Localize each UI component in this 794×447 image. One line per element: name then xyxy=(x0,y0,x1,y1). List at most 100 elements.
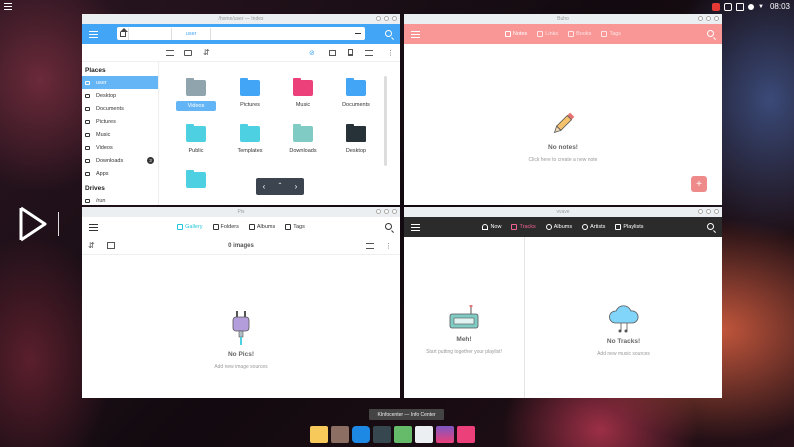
book-icon xyxy=(568,31,575,37)
search-icon[interactable] xyxy=(707,30,714,37)
vvave-titlebar[interactable]: vvave xyxy=(404,207,722,217)
folder-pictures[interactable]: Pictures xyxy=(225,78,275,118)
desktop-folder-icon xyxy=(346,124,366,142)
preview-icon[interactable] xyxy=(329,49,336,56)
tab-tracks[interactable]: Tracks xyxy=(511,224,536,230)
folder-downloads[interactable]: Downloads xyxy=(278,124,328,164)
clipboard-icon[interactable] xyxy=(736,2,745,11)
sidebar-item-downloads[interactable]: Downloads 3 xyxy=(82,154,158,167)
sidebar-item-label: Pictures xyxy=(96,118,116,125)
more-icon[interactable]: ⋮ xyxy=(385,242,392,250)
breadcrumb-home[interactable]: home xyxy=(129,27,172,40)
toggle-app-icon[interactable] xyxy=(352,426,370,443)
folder-documents[interactable]: Documents xyxy=(331,78,381,118)
close-button[interactable] xyxy=(714,209,719,214)
folder-videos[interactable]: Videos xyxy=(171,78,221,118)
wifi-icon[interactable]: ▼ xyxy=(758,4,764,10)
sidebar-item-run[interactable]: /run xyxy=(82,194,158,205)
grid-app-icon[interactable] xyxy=(457,426,475,443)
filter-icon[interactable] xyxy=(366,242,374,249)
folder-app-icon[interactable] xyxy=(310,426,328,443)
folder-templates[interactable]: Templates xyxy=(225,124,275,164)
notification-icon[interactable] xyxy=(712,2,721,11)
tab-folders[interactable]: Folders xyxy=(212,224,239,230)
close-button[interactable] xyxy=(392,209,397,214)
close-button[interactable] xyxy=(392,16,397,21)
volume-icon[interactable] xyxy=(748,3,755,10)
up-icon[interactable]: ˆ xyxy=(279,182,282,191)
monitor-icon[interactable] xyxy=(724,2,733,11)
search-icon[interactable] xyxy=(707,223,714,230)
buho-titlebar[interactable]: Buho xyxy=(404,14,722,24)
vvave-header: Now Tracks Albums Artists Playlists xyxy=(404,217,722,237)
maximize-button[interactable] xyxy=(706,16,711,21)
tab-notes[interactable]: Notes xyxy=(504,31,527,37)
radio-icon xyxy=(449,305,479,329)
file-grid-scrollbar[interactable] xyxy=(384,76,387,166)
tab-playlists[interactable]: Playlists xyxy=(615,224,644,230)
notes-app-icon[interactable] xyxy=(415,426,433,443)
notes-empty-state[interactable]: No notes! Click here to create a new not… xyxy=(404,110,722,163)
minimize-button[interactable] xyxy=(698,209,703,214)
hidden-files-icon[interactable]: ⊘ xyxy=(309,49,315,57)
tab-books[interactable]: Books xyxy=(568,31,591,37)
folder-icon xyxy=(346,78,366,96)
home-icon[interactable] xyxy=(117,27,129,40)
back-icon[interactable]: ‹ xyxy=(263,182,266,191)
clock[interactable]: 08:03 xyxy=(770,2,790,11)
tab-links[interactable]: Links xyxy=(537,31,558,37)
sidebar-item-videos[interactable]: Videos xyxy=(82,141,158,154)
sort-icon[interactable]: ⇵ xyxy=(203,48,210,57)
sidebar-item-music[interactable]: Music xyxy=(82,128,158,141)
sort-icon[interactable]: ⇵ xyxy=(88,241,95,250)
tab-albums[interactable]: Albums xyxy=(248,224,275,230)
maximize-button[interactable] xyxy=(384,209,389,214)
sidebar-item-user[interactable]: user xyxy=(82,76,158,89)
sidebar-item-label: Documents xyxy=(96,105,124,112)
path-bar[interactable]: home user xyxy=(117,27,365,40)
folder-public[interactable]: Public xyxy=(171,124,221,164)
archive-app-icon[interactable] xyxy=(331,426,349,443)
more-icon[interactable]: ⋮ xyxy=(387,49,394,57)
sidebar-item-pictures[interactable]: Pictures xyxy=(82,115,158,128)
forward-icon[interactable]: › xyxy=(295,182,298,191)
maximize-button[interactable] xyxy=(384,16,389,21)
edit-path-icon[interactable] xyxy=(355,33,361,34)
tab-gallery[interactable]: Gallery xyxy=(177,224,203,230)
close-button[interactable] xyxy=(714,16,719,21)
menu-icon[interactable] xyxy=(89,30,98,38)
list-view-icon[interactable] xyxy=(166,49,174,56)
sidebar-item-apps[interactable]: Apps xyxy=(82,167,158,180)
image-icon[interactable] xyxy=(107,242,115,249)
minimize-button[interactable] xyxy=(376,16,381,21)
folder-unnamed[interactable] xyxy=(171,170,221,205)
minimize-button[interactable] xyxy=(376,209,381,214)
search-icon[interactable] xyxy=(385,223,392,230)
terminal-app-icon[interactable] xyxy=(373,426,391,443)
breadcrumb-user[interactable]: user xyxy=(172,27,212,40)
folder-icon xyxy=(85,119,90,124)
pix-titlebar[interactable]: Pix xyxy=(82,207,400,217)
search-icon[interactable] xyxy=(385,30,392,37)
sidebar-item-desktop[interactable]: Desktop xyxy=(82,89,158,102)
monitor-app-icon[interactable] xyxy=(394,426,412,443)
tab-tags[interactable]: Tags xyxy=(285,224,305,230)
maximize-button[interactable] xyxy=(706,209,711,214)
index-titlebar[interactable]: /home/user — Index xyxy=(82,14,400,24)
filter-icon[interactable] xyxy=(365,49,373,56)
sidebar-item-documents[interactable]: Documents xyxy=(82,102,158,115)
folder-music[interactable]: Music xyxy=(278,78,328,118)
bookmark-icon[interactable] xyxy=(348,49,353,56)
folder-desktop[interactable]: Desktop xyxy=(331,124,381,164)
minimize-button[interactable] xyxy=(698,16,703,21)
tab-albums[interactable]: Albums xyxy=(545,224,572,230)
tab-tags[interactable]: Tags xyxy=(601,31,621,37)
folder-icon xyxy=(186,124,206,142)
add-note-button[interactable]: + xyxy=(691,176,707,192)
media-app-icon[interactable] xyxy=(436,426,454,443)
launcher-menu-icon[interactable] xyxy=(4,3,12,10)
new-folder-icon[interactable] xyxy=(184,49,192,56)
tab-now[interactable]: Now xyxy=(482,224,501,230)
image-count: 0 images xyxy=(228,242,254,249)
tab-artists[interactable]: Artists xyxy=(582,224,605,230)
